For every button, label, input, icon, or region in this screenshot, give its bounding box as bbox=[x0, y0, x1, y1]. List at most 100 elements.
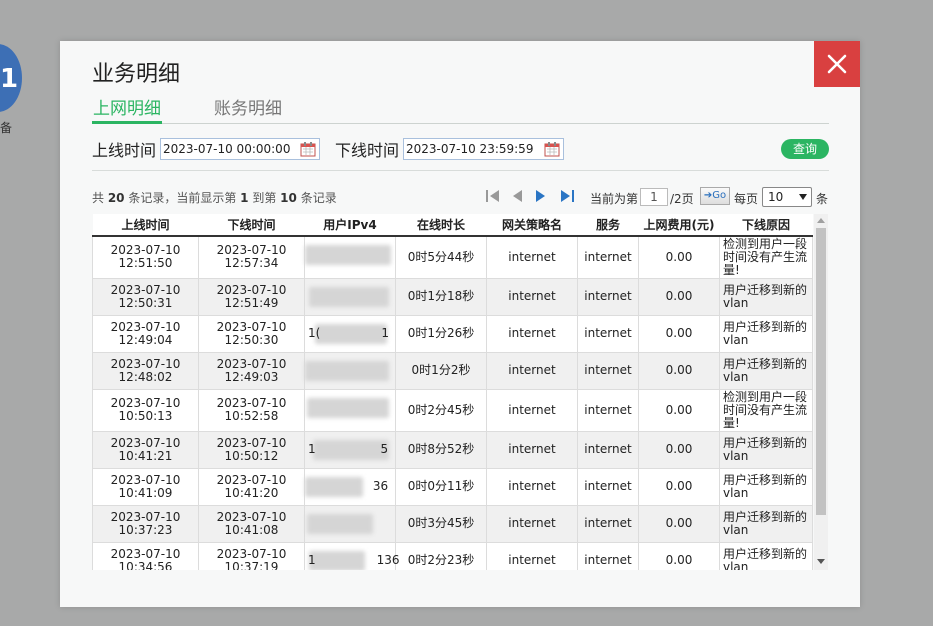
table-scrollbar[interactable] bbox=[814, 214, 828, 570]
table-header-row: 上线时间 下线时间 用户IPv4 在线时长 网关策略名 服务 上网费用(元) 下… bbox=[92, 214, 813, 237]
cell-duration: 0时1分26秒 bbox=[395, 314, 487, 353]
last-page-icon[interactable] bbox=[559, 188, 577, 204]
detail-table: 上线时间 下线时间 用户IPv4 在线时长 网关策略名 服务 上网费用(元) 下… bbox=[92, 214, 813, 570]
redaction-blur bbox=[305, 360, 389, 381]
cell-policy: internet bbox=[486, 235, 578, 279]
header-ipv4[interactable]: 用户IPv4 bbox=[304, 214, 396, 237]
cell-duration: 0时8分52秒 bbox=[395, 430, 487, 469]
header-duration[interactable]: 在线时长 bbox=[395, 214, 487, 237]
redaction-blur bbox=[309, 286, 389, 307]
cell-reason: 用户迁移到新的vlan bbox=[719, 314, 813, 353]
cell-end-time: 2023-07-10 10:52:58 bbox=[198, 388, 305, 432]
calendar-icon[interactable] bbox=[300, 141, 316, 157]
header-end-time[interactable]: 下线时间 bbox=[198, 214, 305, 237]
cell-policy: internet bbox=[486, 504, 578, 543]
cell-policy: internet bbox=[486, 351, 578, 390]
cell-duration: 0时3分45秒 bbox=[395, 504, 487, 543]
chevron-down-icon bbox=[799, 194, 807, 200]
cell-policy: internet bbox=[486, 467, 578, 506]
scrollbar-thumb[interactable] bbox=[816, 228, 826, 515]
ip-text: 1 136 bbox=[308, 553, 400, 567]
divider bbox=[92, 170, 829, 171]
tab-bar: 上网明细 账务明细 bbox=[92, 97, 829, 124]
cell-fee: 0.00 bbox=[638, 351, 720, 390]
first-page-icon[interactable] bbox=[484, 188, 502, 204]
cell-ipv4 bbox=[304, 388, 396, 432]
table-row[interactable]: 2023-07-10 12:50:31 2023-07-10 12:51:49 0时… bbox=[92, 277, 813, 316]
offline-time-input[interactable]: 2023-07-10 23:59:59 bbox=[403, 138, 564, 160]
table-row[interactable]: 2023-07-10 10:37:23 2023-07-10 10:41:08 0时… bbox=[92, 504, 813, 543]
detail-table-container: 上线时间 下线时间 用户IPv4 在线时长 网关策略名 服务 上网费用(元) 下… bbox=[92, 214, 828, 570]
cell-policy: internet bbox=[486, 314, 578, 353]
cell-end-time: 2023-07-10 12:49:03 bbox=[198, 351, 305, 390]
cell-reason: 检测到用户一段时间没有产生流量! bbox=[719, 388, 813, 432]
cell-duration: 0时2分23秒 bbox=[395, 541, 487, 570]
scroll-down-arrow-icon[interactable] bbox=[817, 559, 825, 564]
tab-online-detail[interactable]: 上网明细 bbox=[92, 97, 162, 124]
table-row[interactable]: 2023-07-10 10:50:13 2023-07-10 10:52:58 0时… bbox=[92, 388, 813, 432]
offline-time-label: 下线时间 bbox=[335, 141, 400, 160]
header-policy[interactable]: 网关策略名 bbox=[486, 214, 578, 237]
calendar-icon[interactable] bbox=[544, 141, 560, 157]
cell-end-time: 2023-07-10 12:51:49 bbox=[198, 277, 305, 316]
cell-service: internet bbox=[577, 430, 639, 469]
table-row[interactable]: 2023-07-10 12:49:04 2023-07-10 12:50:30 1(… bbox=[92, 314, 813, 353]
avatar-letter: 1 bbox=[0, 64, 19, 94]
table-row[interactable]: 2023-07-10 10:34:56 2023-07-10 10:37:19 1 … bbox=[92, 541, 813, 570]
close-button[interactable] bbox=[814, 41, 860, 87]
ip-text: 1( 1 bbox=[308, 326, 389, 340]
cell-fee: 0.00 bbox=[638, 388, 720, 432]
page-number-input[interactable]: 1 bbox=[640, 188, 668, 206]
summary-to: 10 bbox=[280, 191, 297, 205]
table-row[interactable]: 2023-07-10 10:41:09 2023-07-10 10:41:20 3… bbox=[92, 467, 813, 506]
summary-suffix: 条记录 bbox=[296, 191, 337, 205]
ip-text: 1 5 bbox=[308, 442, 389, 456]
redaction-blur bbox=[307, 397, 389, 418]
cell-start-time: 2023-07-10 10:41:09 bbox=[92, 467, 199, 506]
header-start-time[interactable]: 上线时间 bbox=[92, 214, 199, 237]
table-row[interactable]: 2023-07-10 12:51:50 2023-07-10 12:57:34 0时… bbox=[92, 235, 813, 279]
header-reason[interactable]: 下线原因 bbox=[719, 214, 813, 237]
summary-mid1: 条记录，当前显示第 bbox=[124, 191, 241, 205]
per-page-value: 10 bbox=[768, 190, 784, 204]
per-page-select[interactable]: 10 bbox=[762, 187, 812, 207]
cell-service: internet bbox=[577, 467, 639, 506]
table-row[interactable]: 2023-07-10 10:41:21 2023-07-10 10:50:12 1 … bbox=[92, 430, 813, 469]
cell-end-time: 2023-07-10 10:41:08 bbox=[198, 504, 305, 543]
cell-service: internet bbox=[577, 277, 639, 316]
next-page-icon[interactable] bbox=[534, 188, 548, 204]
cell-start-time: 2023-07-10 12:51:50 bbox=[92, 235, 199, 279]
header-service[interactable]: 服务 bbox=[577, 214, 639, 237]
cell-end-time: 2023-07-10 10:37:19 bbox=[198, 541, 305, 570]
cell-reason: 用户迁移到新的vlan bbox=[719, 504, 813, 543]
tab-account-detail[interactable]: 账务明细 bbox=[213, 97, 283, 124]
prev-page-icon[interactable] bbox=[510, 188, 524, 204]
modal-title: 业务明细 bbox=[92, 62, 181, 87]
online-time-input[interactable]: 2023-07-10 00:00:00 bbox=[160, 138, 320, 160]
cell-end-time: 2023-07-10 12:57:34 bbox=[198, 235, 305, 279]
close-icon[interactable] bbox=[826, 53, 848, 75]
cell-ipv4: 1( 1 bbox=[304, 314, 396, 353]
cell-fee: 0.00 bbox=[638, 314, 720, 353]
go-button[interactable]: ➔Go bbox=[700, 187, 730, 205]
cell-end-time: 2023-07-10 10:41:20 bbox=[198, 467, 305, 506]
pager-row: 共 20 条记录，当前显示第 1 到第 10 条记录 当前为第 1 /2页 ➔G… bbox=[92, 187, 829, 207]
scroll-up-arrow-icon[interactable] bbox=[817, 218, 825, 223]
redaction-blur bbox=[305, 245, 391, 265]
online-time-value: 2023-07-10 00:00:00 bbox=[163, 142, 291, 156]
cell-duration: 0时2分45秒 bbox=[395, 388, 487, 432]
query-form: 上线时间 2023-07-10 00:00:00 下线时间 2023-07-10… bbox=[92, 135, 829, 171]
cell-ipv4: 1 5 bbox=[304, 430, 396, 469]
summary-total: 20 bbox=[107, 191, 125, 205]
cell-duration: 0时5分44秒 bbox=[395, 235, 487, 279]
summary-mid2: 到第 bbox=[248, 191, 281, 205]
background-label: 备 bbox=[0, 121, 13, 135]
cell-reason: 用户迁移到新的vlan bbox=[719, 541, 813, 570]
cell-start-time: 2023-07-10 10:34:56 bbox=[92, 541, 199, 570]
summary-prefix: 共 bbox=[92, 191, 108, 205]
cell-service: internet bbox=[577, 351, 639, 390]
cell-fee: 0.00 bbox=[638, 430, 720, 469]
header-fee[interactable]: 上网费用(元) bbox=[638, 214, 720, 237]
table-row[interactable]: 2023-07-10 12:48:02 2023-07-10 12:49:03 0时… bbox=[92, 351, 813, 390]
query-button[interactable]: 查询 bbox=[781, 139, 829, 159]
